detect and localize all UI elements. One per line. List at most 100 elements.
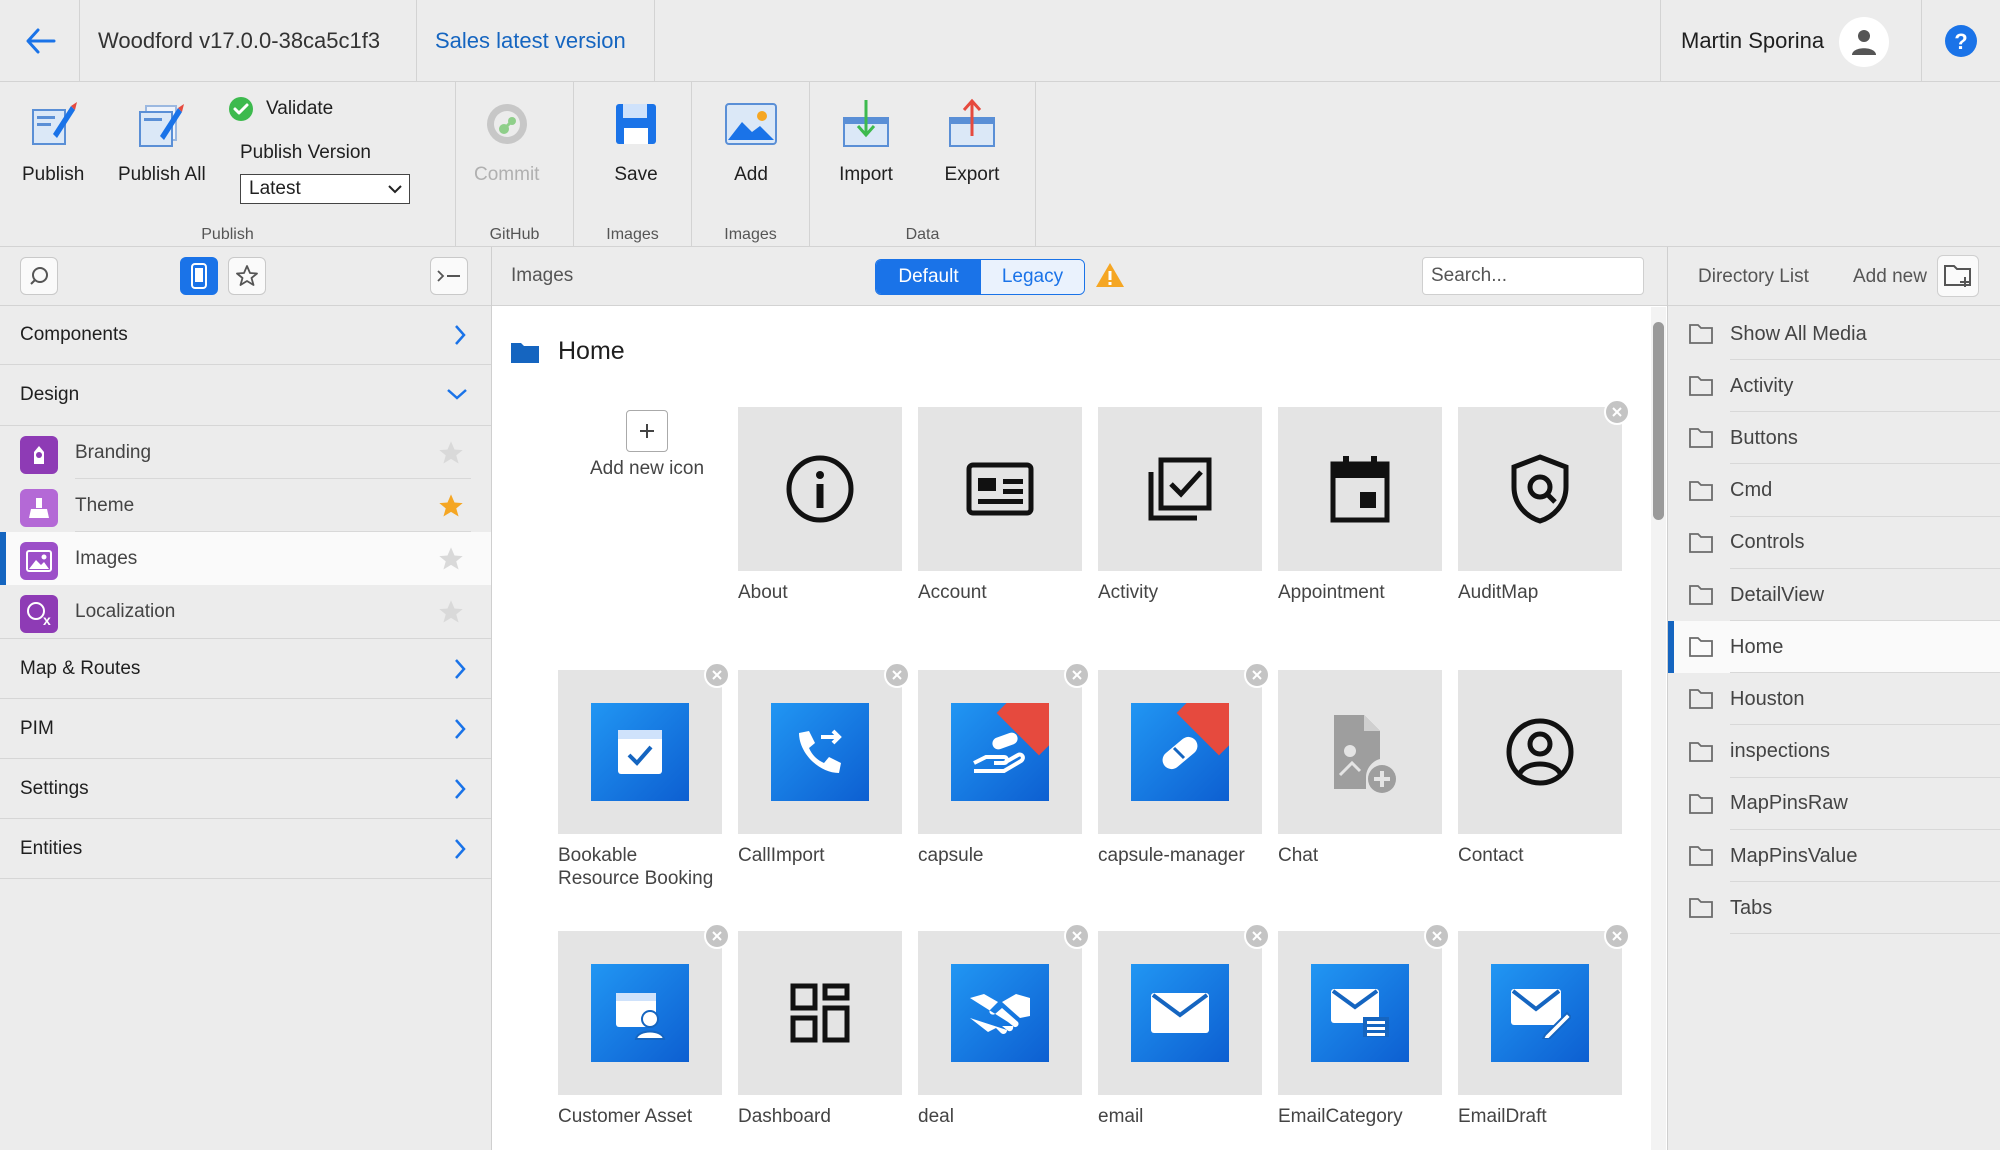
images-icon bbox=[20, 542, 58, 580]
star-icon[interactable] bbox=[437, 598, 465, 626]
delete-icon-button[interactable] bbox=[1604, 399, 1630, 425]
directory-item-label: DetailView bbox=[1730, 583, 1825, 606]
close-icon bbox=[1072, 670, 1082, 680]
nav-components[interactable]: Components bbox=[0, 305, 491, 365]
commit-button[interactable]: Commit bbox=[474, 96, 539, 186]
icon-tile-emaildraft[interactable]: EmailDraft bbox=[1458, 923, 1630, 1128]
icon-tile-about[interactable]: About bbox=[738, 407, 902, 604]
directory-item[interactable]: Houston bbox=[1668, 673, 2000, 726]
icon-tile-capsule-manager[interactable]: capsule-manager bbox=[1098, 662, 1270, 867]
directory-item[interactable]: inspections bbox=[1668, 726, 2000, 778]
delete-icon-button[interactable] bbox=[1604, 923, 1630, 949]
nav-entities[interactable]: Entities bbox=[0, 819, 491, 879]
icon-tile-callimport[interactable]: CallImport bbox=[738, 662, 910, 867]
icon-tile-activity[interactable]: Activity bbox=[1098, 407, 1262, 604]
delete-icon-button[interactable] bbox=[1244, 923, 1270, 949]
icon-tile-chat[interactable]: Chat bbox=[1278, 670, 1442, 867]
directory-item[interactable]: Cmd bbox=[1668, 465, 2000, 517]
icon-tile-capsule[interactable]: capsule bbox=[918, 662, 1090, 867]
delete-icon-button[interactable] bbox=[1064, 923, 1090, 949]
star-filled-icon[interactable] bbox=[437, 492, 465, 520]
add-image-button[interactable]: Add bbox=[723, 96, 779, 186]
publish-icon bbox=[25, 96, 81, 152]
mobile-view-button[interactable] bbox=[180, 257, 218, 295]
publish-version-label: Publish Version bbox=[240, 142, 371, 163]
nav-sub-label: Localization bbox=[75, 600, 176, 622]
warning-icon[interactable] bbox=[1094, 261, 1126, 289]
nav-theme[interactable]: Theme bbox=[0, 479, 491, 532]
directory-item[interactable]: Tabs bbox=[1668, 882, 2000, 935]
avatar[interactable] bbox=[1839, 17, 1889, 67]
user-menu[interactable]: Martin Sporina bbox=[1660, 0, 1922, 81]
delete-icon-button[interactable] bbox=[1424, 923, 1450, 949]
directory-item[interactable]: MapPinsRaw bbox=[1668, 778, 2000, 830]
icon-tile-customer-asset[interactable]: Customer Asset bbox=[558, 923, 730, 1128]
icon-tile-account[interactable]: Account bbox=[918, 407, 1082, 604]
icon-preview bbox=[918, 662, 1090, 834]
icon-tile-deal[interactable]: deal bbox=[918, 923, 1090, 1128]
nav-localization[interactable]: x Localization bbox=[0, 585, 491, 638]
icon-tile-emailcategory[interactable]: EmailCategory bbox=[1278, 923, 1450, 1128]
nav-pim[interactable]: PIM bbox=[0, 699, 491, 759]
left-search-button[interactable] bbox=[20, 257, 58, 295]
import-icon bbox=[838, 96, 894, 152]
delete-icon-button[interactable] bbox=[1064, 662, 1090, 688]
directory-item-label: MapPinsValue bbox=[1730, 844, 1858, 867]
save-button[interactable]: Save bbox=[608, 96, 664, 186]
search-icon bbox=[30, 267, 48, 285]
branding-icon bbox=[20, 436, 58, 474]
directory-item[interactable]: Home bbox=[1668, 621, 2000, 674]
nav-images[interactable]: Images bbox=[0, 532, 491, 585]
nav-settings[interactable]: Settings bbox=[0, 759, 491, 819]
star-icon[interactable] bbox=[437, 545, 465, 573]
icon-tile-dashboard[interactable]: Dashboard bbox=[738, 931, 902, 1128]
tile-label: AuditMap bbox=[1458, 582, 1539, 603]
pill-icon bbox=[1131, 703, 1229, 801]
import-button[interactable]: Import bbox=[838, 96, 894, 186]
version-link[interactable]: Sales latest version bbox=[417, 0, 655, 81]
add-new-icon-button[interactable]: Add new icon bbox=[565, 345, 729, 509]
back-button[interactable] bbox=[0, 0, 80, 81]
directory-item[interactable]: DetailView bbox=[1668, 569, 2000, 621]
group-label-publish: Publish bbox=[201, 226, 254, 243]
icon-tile-email[interactable]: email bbox=[1098, 923, 1270, 1128]
tile-label: Appointment bbox=[1278, 582, 1385, 603]
toggle-legacy[interactable]: Legacy bbox=[981, 260, 1084, 294]
folder-icon bbox=[1688, 688, 1714, 716]
directory-item[interactable]: Buttons bbox=[1668, 412, 2000, 465]
delete-icon-button[interactable] bbox=[884, 662, 910, 688]
add-new-label[interactable]: Add new bbox=[1853, 266, 1927, 288]
nav-branding[interactable]: Branding bbox=[0, 426, 491, 479]
icon-tile-contact[interactable]: Contact bbox=[1458, 670, 1622, 867]
icon-tile-appointment[interactable]: Appointment bbox=[1278, 407, 1442, 604]
scrollbar-thumb[interactable] bbox=[1653, 322, 1664, 520]
publish-all-button[interactable]: Publish All bbox=[118, 96, 206, 186]
star-icon[interactable] bbox=[437, 439, 465, 467]
add-folder-button[interactable] bbox=[1937, 255, 1979, 297]
favorites-filter-button[interactable] bbox=[228, 257, 266, 295]
publish-button[interactable]: Publish bbox=[22, 96, 84, 186]
toggle-default[interactable]: Default bbox=[876, 260, 981, 294]
app-window: Woodford v17.0.0-38ca5c1f3 Sales latest … bbox=[0, 0, 2000, 1150]
delete-icon-button[interactable] bbox=[704, 662, 730, 688]
nav-map-routes[interactable]: Map & Routes bbox=[0, 639, 491, 699]
directory-item-label: Controls bbox=[1730, 531, 1805, 554]
validate-button[interactable]: Validate bbox=[228, 96, 333, 122]
help-button[interactable]: ? bbox=[1922, 0, 2000, 81]
collapse-panel-button[interactable] bbox=[430, 257, 468, 295]
nav-design[interactable]: Design bbox=[0, 365, 491, 425]
theme-icon bbox=[20, 489, 58, 527]
publish-version-select[interactable]: Latest bbox=[240, 174, 410, 204]
delete-icon-button[interactable] bbox=[1244, 662, 1270, 688]
export-button[interactable]: Export bbox=[944, 96, 1000, 186]
directory-item[interactable]: MapPinsValue bbox=[1668, 830, 2000, 882]
directory-item[interactable]: Controls bbox=[1668, 517, 2000, 569]
delete-icon-button[interactable] bbox=[704, 923, 730, 949]
directory-item-label: Buttons bbox=[1730, 426, 1798, 449]
directory-item[interactable]: Activity bbox=[1668, 360, 2000, 413]
icon-tile-auditmap[interactable]: AuditMap bbox=[1458, 399, 1630, 604]
icon-tile-bookable-resource-booking[interactable]: Bookable Resource Booking bbox=[558, 662, 730, 890]
directory-item[interactable]: Show All Media bbox=[1668, 308, 2000, 360]
publish-all-icon bbox=[134, 96, 190, 152]
search-input[interactable]: Search... bbox=[1422, 257, 1644, 295]
